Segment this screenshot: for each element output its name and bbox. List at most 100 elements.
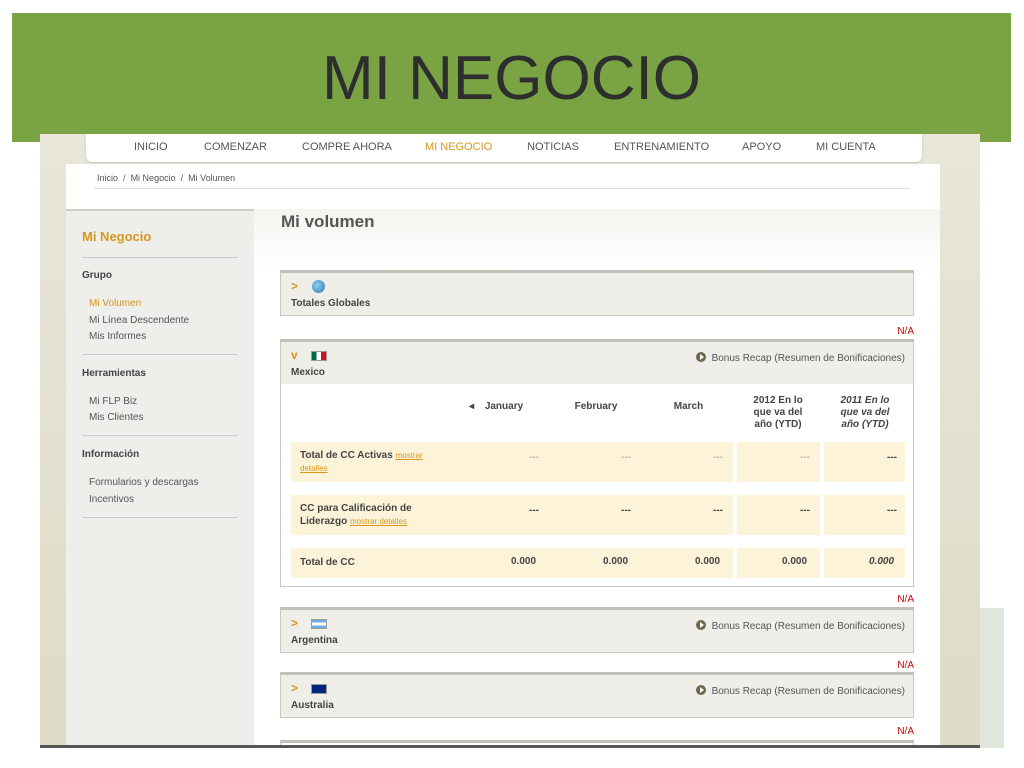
bonus-recap-link[interactable]: Bonus Recap (Resumen de Bonificaciones) <box>695 352 905 364</box>
breadcrumb-sep: / <box>123 173 126 183</box>
breadcrumb-mi-volumen: Mi Volumen <box>188 173 236 183</box>
panel-australia[interactable]: > Australia Bonus Recap (Resumen de Boni… <box>280 672 914 718</box>
column-divider <box>820 495 824 535</box>
column-header-2012-ytd[interactable]: 2012 En lo que va del año (YTD) <box>747 395 809 431</box>
cell-2011-ytd: 0.000 <box>869 556 895 567</box>
sidebar-title: Mi Negocio <box>82 229 152 244</box>
bonus-recap-label: Bonus Recap (Resumen de Bonificaciones) <box>711 353 905 364</box>
column-divider <box>733 495 737 535</box>
australia-flag-icon <box>311 684 327 694</box>
panel-title: Totales Globales <box>291 298 371 309</box>
cell-january: 0.000 <box>511 556 537 567</box>
panel-header[interactable]: > Australia Bonus Recap (Resumen de Boni… <box>281 675 913 717</box>
nav-comenzar[interactable]: COMENZAR <box>204 141 267 153</box>
panel-header[interactable]: > Argentina Bonus Recap (Resumen de Boni… <box>281 610 913 652</box>
cell-2012-ytd: --- <box>800 505 810 516</box>
cell-2011-ytd: --- <box>887 505 897 516</box>
top-nav: INICIO COMENZAR COMPRE AHORA MI NEGOCIO … <box>86 134 922 162</box>
nav-inicio[interactable]: INICIO <box>134 141 168 153</box>
globe-icon <box>312 280 325 293</box>
cell-january: --- <box>529 452 539 463</box>
panel-header[interactable]: > Totales Globales <box>281 273 913 315</box>
website-screenshot: INICIO COMENZAR COMPRE AHORA MI NEGOCIO … <box>40 134 980 748</box>
sidebar-item-mi-volumen[interactable]: Mi Volumen <box>89 298 141 309</box>
nav-mi-negocio[interactable]: MI NEGOCIO <box>425 141 492 153</box>
column-divider <box>820 548 824 578</box>
cell-march: 0.000 <box>695 556 721 567</box>
bonus-recap-label: Bonus Recap (Resumen de Bonificaciones) <box>711 621 905 632</box>
play-circle-icon <box>695 685 706 695</box>
sidebar: Mi Negocio Grupo Mi Volumen Mi Línea Des… <box>66 209 254 748</box>
row-label-text: Total de CC Activas <box>300 450 393 461</box>
cell-january: --- <box>529 505 539 516</box>
cell-february: --- <box>621 452 631 463</box>
decoration-block <box>980 608 1004 748</box>
nav-mi-cuenta[interactable]: MI CUENTA <box>816 141 876 153</box>
cell-march: --- <box>713 505 723 516</box>
sidebar-item-incentivos[interactable]: Incentivos <box>89 494 134 505</box>
nav-compre-ahora[interactable]: COMPRE AHORA <box>302 141 392 153</box>
play-circle-icon <box>695 620 706 630</box>
screenshot-bottom-edge <box>40 745 980 748</box>
argentina-flag-icon <box>311 619 327 629</box>
table-row: Total de CC Activas mostrar detalles ---… <box>291 442 905 482</box>
row-label: Total de CC <box>300 557 355 568</box>
table-row: CC para Calificación de Liderazgo mostra… <box>291 495 905 535</box>
nav-entrenamiento[interactable]: ENTRENAMIENTO <box>614 141 709 153</box>
column-divider <box>820 442 824 482</box>
sidebar-item-mi-linea-descendente[interactable]: Mi Línea Descendente <box>89 315 189 326</box>
sidebar-heading-grupo: Grupo <box>82 270 112 281</box>
nav-noticias[interactable]: NOTICIAS <box>527 141 579 153</box>
page-body: Inicio / Mi Negocio / Mi Volumen Mi Nego… <box>66 164 940 748</box>
mostrar-detalles-link[interactable]: mostrar detalles <box>350 517 407 526</box>
cell-2012-ytd: --- <box>800 452 810 463</box>
panel-header[interactable]: v Mexico Bonus Recap (Resumen de Bonific… <box>281 342 913 384</box>
divider <box>82 435 238 436</box>
column-header-march[interactable]: March <box>661 401 716 412</box>
breadcrumb: Inicio / Mi Negocio / Mi Volumen <box>97 173 235 183</box>
chevron-down-icon[interactable]: v <box>291 348 298 362</box>
sidebar-heading-herramientas: Herramientas <box>82 368 146 379</box>
chevron-right-icon[interactable]: > <box>291 279 298 293</box>
title-banner: MI NEGOCIO <box>12 13 1011 142</box>
sidebar-heading-informacion: Información <box>82 449 140 460</box>
cell-2011-ytd: --- <box>887 452 897 463</box>
play-circle-icon <box>695 352 706 362</box>
column-divider <box>733 442 737 482</box>
bonus-recap-label: Bonus Recap (Resumen de Bonificaciones) <box>711 686 905 697</box>
slide-title: MI NEGOCIO <box>322 44 701 113</box>
slide: MI NEGOCIO INICIO COMENZAR COMPRE AHORA … <box>0 0 1024 768</box>
panel-argentina[interactable]: > Argentina Bonus Recap (Resumen de Boni… <box>280 607 914 653</box>
panel-totales-globales[interactable]: > Totales Globales <box>280 270 914 316</box>
breadcrumb-inicio[interactable]: Inicio <box>97 173 118 183</box>
divider <box>82 517 238 518</box>
divider <box>82 257 238 258</box>
column-header-2011-ytd[interactable]: 2011 En lo que va del año (YTD) <box>834 395 896 431</box>
panel-title: Mexico <box>291 367 325 378</box>
row-label: Total de CC Activas mostrar detalles <box>300 449 450 475</box>
column-header-february[interactable]: February <box>566 401 626 412</box>
na-label: N/A <box>897 594 914 605</box>
chevron-right-icon[interactable]: > <box>291 681 298 695</box>
cell-february: --- <box>621 505 631 516</box>
divider <box>94 188 910 189</box>
panel-title: Argentina <box>291 635 338 646</box>
divider <box>82 354 238 355</box>
mexico-flag-icon <box>311 351 327 361</box>
sort-icon[interactable]: ◂ <box>469 401 474 412</box>
cell-february: 0.000 <box>603 556 629 567</box>
bonus-recap-link[interactable]: Bonus Recap (Resumen de Bonificaciones) <box>695 620 905 632</box>
sidebar-item-mis-clientes[interactable]: Mis Clientes <box>89 412 143 423</box>
na-label: N/A <box>897 726 914 737</box>
nav-apoyo[interactable]: APOYO <box>742 141 781 153</box>
breadcrumb-mi-negocio[interactable]: Mi Negocio <box>131 173 176 183</box>
sidebar-item-mi-flp-biz[interactable]: Mi FLP Biz <box>89 396 137 407</box>
chevron-right-icon[interactable]: > <box>291 616 298 630</box>
na-label: N/A <box>897 660 914 671</box>
column-header-january[interactable]: January <box>479 401 529 412</box>
bonus-recap-link[interactable]: Bonus Recap (Resumen de Bonificaciones) <box>695 685 905 697</box>
column-divider <box>733 548 737 578</box>
page-title: Mi volumen <box>281 212 375 231</box>
sidebar-item-formularios[interactable]: Formularios y descargas <box>89 477 198 488</box>
sidebar-item-mis-informes[interactable]: Mis Informes <box>89 331 146 342</box>
